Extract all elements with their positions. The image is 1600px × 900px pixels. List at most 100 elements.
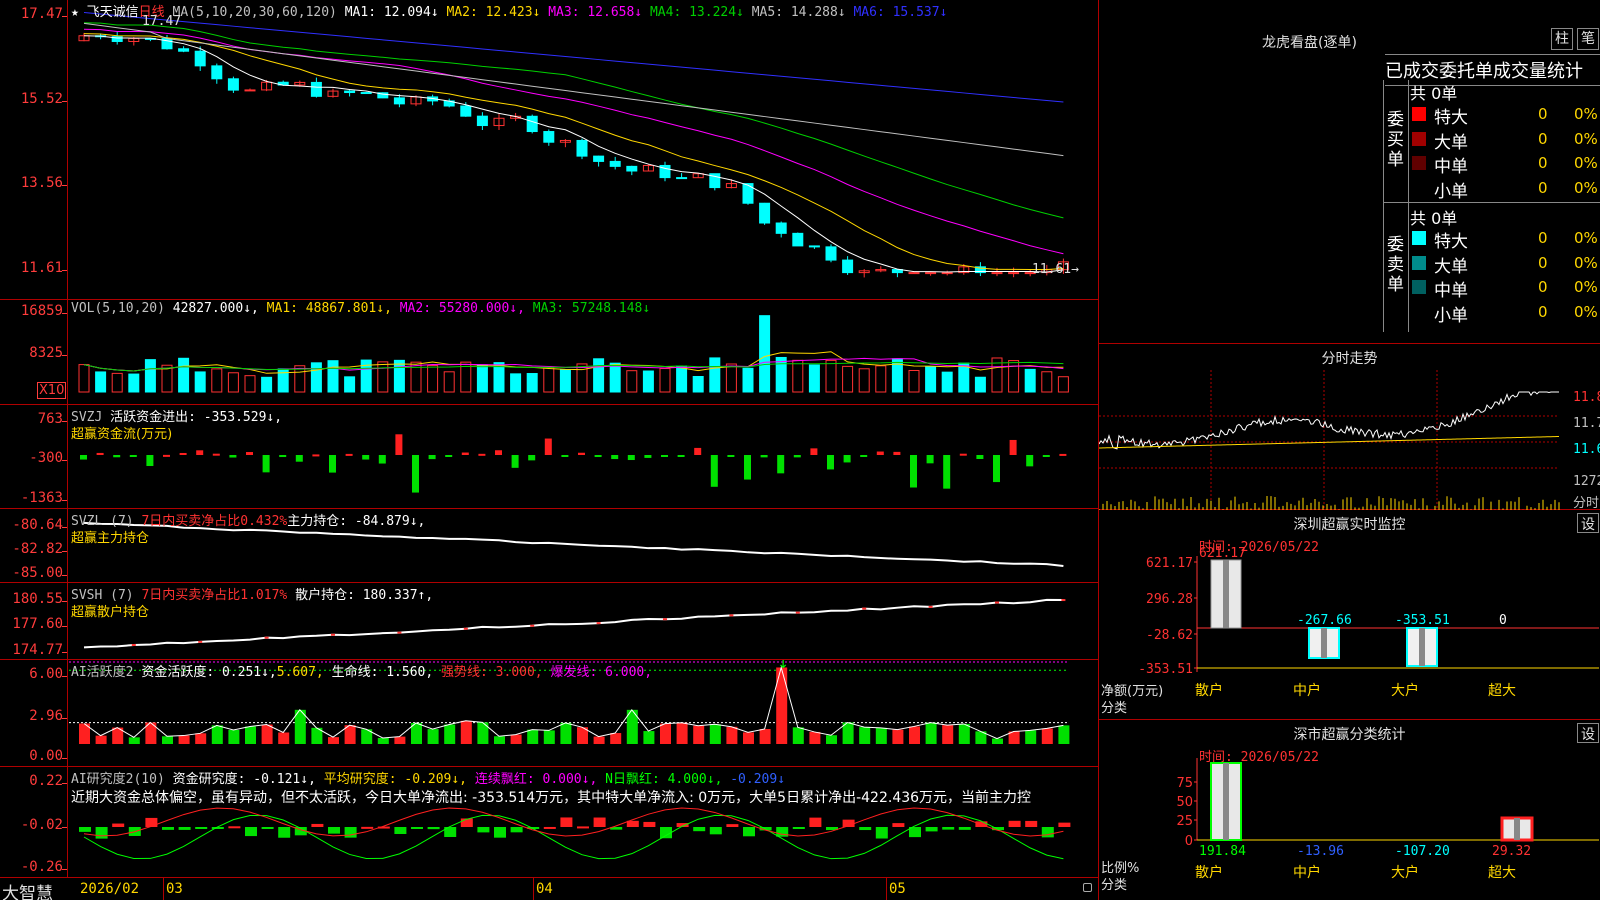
activity-bar-red xyxy=(195,733,207,744)
class-value-label: -107.20 xyxy=(1395,844,1450,859)
down-candle xyxy=(211,65,223,80)
svzj-ytick: 763 xyxy=(37,411,63,427)
svsh-panel[interactable]: 180.55 177.60 174.77 SVSH (7) 7日内买卖净占比1.… xyxy=(0,583,1098,660)
sell-color-swatch xyxy=(1412,280,1426,294)
research-bar-red xyxy=(1058,822,1071,827)
buy-pct: 0% xyxy=(1574,154,1598,172)
outflow-bar xyxy=(329,455,336,473)
activity-bar-green xyxy=(444,724,456,744)
intraday-panel[interactable]: 分时走势 11.85 11.75 11.65 1272 分时 xyxy=(1098,344,1600,511)
down-candle xyxy=(476,115,488,127)
volume-bar-down xyxy=(593,358,605,393)
outflow-bar xyxy=(129,455,137,457)
activity-bar-green xyxy=(543,730,555,744)
tab-bar-view[interactable]: 柱 xyxy=(1551,28,1573,50)
volume-bar-down xyxy=(925,366,937,393)
intraday-price-line xyxy=(1099,391,1559,450)
volume-bar-up xyxy=(543,367,555,393)
star-icon[interactable]: ★ xyxy=(71,5,79,20)
buy-row: 中单 0 0% xyxy=(1384,152,1600,177)
research-bar-red xyxy=(145,817,158,827)
research-bar-green xyxy=(494,827,506,838)
outflow-bar xyxy=(777,455,785,474)
down-candle xyxy=(360,92,372,95)
volume-bar-down xyxy=(510,373,522,393)
brand-label[interactable]: 大智慧 xyxy=(2,879,53,900)
main-position-line xyxy=(83,521,1064,567)
sell-pct: 0% xyxy=(1574,253,1598,272)
down-candle xyxy=(393,97,405,105)
ai2-research: 资金研究度: -0.121↓, xyxy=(172,772,316,787)
inflow-bar xyxy=(544,438,552,455)
activity-bar-red xyxy=(892,729,904,744)
outflow-bar xyxy=(511,455,519,468)
kline-panel[interactable]: 17.47 15.52 13.56 11.61 ★ 飞天诚信日线 MA(5,10… xyxy=(0,0,1098,300)
inflow-bar xyxy=(179,452,187,455)
outflow-bar xyxy=(860,455,868,457)
svzl-ratio: 7日内买卖净占比0.432% xyxy=(141,514,288,529)
retail-dot xyxy=(530,624,535,627)
kline-ytick: 13.56 xyxy=(20,175,63,191)
activity-bar-red xyxy=(676,722,688,744)
volume-panel[interactable]: 16859 8325 X10 VOL(5,10,20) 42827.000↓, … xyxy=(0,300,1098,405)
vol-label: VOL(5,10,20) xyxy=(71,301,165,316)
research-bar-green xyxy=(95,827,108,839)
outflow-bar xyxy=(627,455,635,461)
volume-bar-down xyxy=(327,360,339,393)
sell-pct: 0% xyxy=(1574,278,1598,296)
ma2-value: MA2: 12.423↓ xyxy=(446,5,541,20)
activity-bar-green xyxy=(377,737,389,744)
retail-dot xyxy=(663,618,667,621)
ai2-y-axis: 0.22 -0.02 -0.26 xyxy=(0,767,68,877)
classification-panel[interactable]: 深市超赢分类统计 设 时间: 2026/05/22 75 50 25 0 191.84-… xyxy=(1098,720,1600,900)
research-bar-green xyxy=(875,827,888,839)
retail-dot xyxy=(264,636,269,639)
research-bar-green xyxy=(743,827,755,837)
svzj-panel[interactable]: 763 -300 -1363 SVZJ 活跃资金进出: -353.529↓, 超… xyxy=(0,405,1098,509)
research-bar-green xyxy=(776,827,789,837)
intraday-chart[interactable] xyxy=(1099,370,1569,510)
research-bar-green xyxy=(859,827,872,831)
research-bar-red xyxy=(543,826,556,829)
classification-chart[interactable]: 75 50 25 0 191.84 -13.96 -107.20 29.32 散户 中户 大户 超大 xyxy=(1099,720,1600,900)
outflow-bar xyxy=(744,455,751,480)
sell-label: 特大 xyxy=(1434,232,1468,252)
longhu-panel[interactable]: 龙虎看盘(逐单) 柱 笔 已成交委托单成交量统计 共 0单 委买单 共 0单 委… xyxy=(1098,0,1600,344)
ai-research-panel[interactable]: 0.22 -0.02 -0.26 AI研究度2(10) 资金研究度: -0.12… xyxy=(0,767,1098,877)
kline-y-axis: 17.47 15.52 13.56 11.61 xyxy=(0,0,68,299)
down-candle xyxy=(310,81,322,97)
buy-label: 中单 xyxy=(1434,157,1468,177)
class-value-label: -13.96 xyxy=(1297,844,1344,859)
candlestick-chart[interactable] xyxy=(69,0,1097,300)
tab-tick-view[interactable]: 笔 xyxy=(1577,28,1599,50)
class-category-label: 中户 xyxy=(1293,864,1321,881)
monitor-ytick: -28.62 xyxy=(1146,628,1193,643)
down-candle xyxy=(676,177,688,180)
month-divider xyxy=(886,877,887,900)
longhu-title: 龙虎看盘(逐单) xyxy=(1262,35,1357,51)
monitor-panel[interactable]: 深圳超赢实时监控 设 时间: 2026/05/22 621.17 296.28 -2… xyxy=(1098,510,1600,720)
monitor-chart[interactable]: 621.17 296.28 -28.62 -353.51 621.17 -267.66 -3… xyxy=(1099,510,1600,720)
lock-icon[interactable] xyxy=(1083,883,1092,892)
retail-dot xyxy=(397,631,402,634)
ai-activity-panel[interactable]: 6.00 2.96 0.00 ↓ AI活跃度2 资金活跃度: 0.251↓,5.… xyxy=(0,660,1098,767)
sell-label: 大单 xyxy=(1434,256,1468,277)
outflow-bar xyxy=(727,455,735,457)
retail-position-line xyxy=(83,598,1064,649)
volume-bar-down xyxy=(95,371,107,393)
activity-bar-red xyxy=(610,733,622,744)
ai1-header: AI活跃度2 资金活跃度: 0.251↓,5.607, 生命线: 1.560, … xyxy=(71,661,652,680)
down-candle xyxy=(792,232,804,247)
research-bar-green xyxy=(245,827,257,837)
activity-bar-red xyxy=(909,726,920,744)
sell-label: 小单 xyxy=(1434,305,1468,326)
activity-bar-red xyxy=(460,720,472,744)
inflow-bar xyxy=(461,452,469,455)
svzl-panel[interactable]: -80.64 -82.82 -85.00 SVZL (7) 7日内买卖净占比0.… xyxy=(0,509,1098,583)
outflow-bar xyxy=(561,455,569,457)
inflow-bar xyxy=(345,453,353,456)
sell-total: 共 0单 xyxy=(1410,209,1458,228)
ai2-ytick: -0.26 xyxy=(20,859,63,875)
volume-bar-down xyxy=(261,376,273,393)
volume-unit-label: X10 xyxy=(37,382,67,399)
